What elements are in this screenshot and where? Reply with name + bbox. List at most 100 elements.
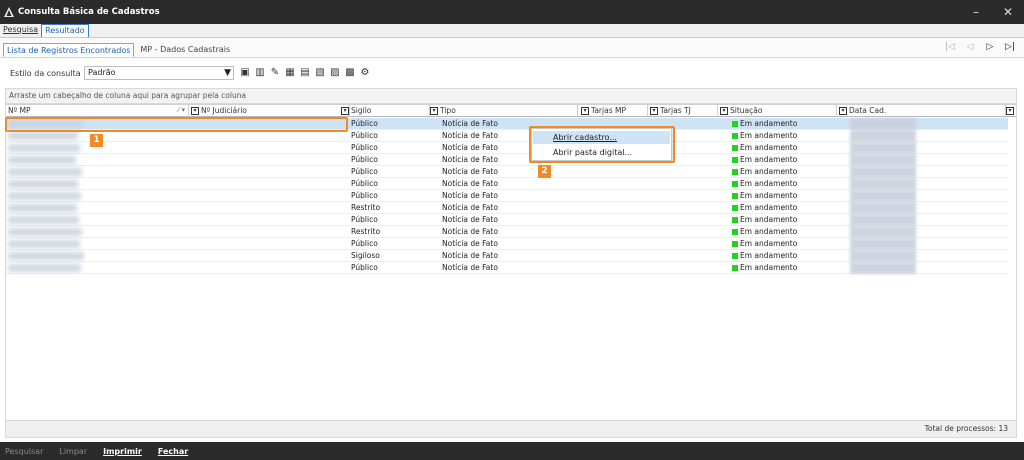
filter-dropdown-icon[interactable]: ▾ xyxy=(341,107,349,115)
column-header-nmp[interactable]: Nº MP ⁄ ▾ xyxy=(6,105,189,117)
cell-situacao: Em andamento xyxy=(732,130,797,141)
cell-tipo: Notícia de Fato xyxy=(442,251,498,260)
chevron-down-icon: ▼ xyxy=(224,68,231,78)
cell-situacao: Em andamento xyxy=(732,226,797,237)
table-row[interactable]: Público Notícia de Fato Em andamento xyxy=(6,154,1016,166)
table-row[interactable]: Público Notícia de Fato Em andamento xyxy=(6,166,1016,178)
situacao-text: Em andamento xyxy=(740,263,798,272)
redacted-date-cell xyxy=(850,142,916,154)
filter-icon[interactable]: ▨ xyxy=(329,66,341,79)
cell-tipo: Notícia de Fato xyxy=(442,239,498,248)
record-navigation: |◁ ◁ ▷ ▷| xyxy=(944,41,1016,53)
results-grid: Nº MP ⁄ ▾ ▾ Nº Judiciário ▾ Sigilo ▾ Tipo ▾… xyxy=(5,104,1017,420)
situacao-text: Em andamento xyxy=(740,119,798,128)
redacted-nmp-cell xyxy=(8,240,80,248)
redacted-date-cell xyxy=(850,262,916,274)
table-row[interactable]: Público Notícia de Fato Em andamento xyxy=(6,214,1016,226)
style-select[interactable]: Padrão ▼ xyxy=(84,66,234,80)
column-header-sigilo[interactable]: ▾ Sigilo xyxy=(339,105,430,117)
settings-icon[interactable]: ⚙ xyxy=(359,66,371,79)
redacted-date-cell xyxy=(850,250,916,262)
table-row[interactable]: Sigiloso Notícia de Fato Em andamento xyxy=(6,250,1016,262)
redacted-date-cell xyxy=(850,178,916,190)
filter-dropdown-icon[interactable]: ▾ xyxy=(581,107,589,115)
status-green-icon xyxy=(732,157,738,163)
cell-situacao: Em andamento xyxy=(732,238,797,249)
group-icon[interactable]: ▩ xyxy=(344,66,356,79)
situacao-text: Em andamento xyxy=(740,191,798,200)
filter-dropdown-icon[interactable]: ▾ xyxy=(720,107,728,115)
filter-dropdown-icon[interactable]: ▾ xyxy=(191,107,199,115)
imprimir-button[interactable]: Imprimir xyxy=(103,447,142,456)
table-row[interactable]: Público Notícia de Fato Em andamento xyxy=(6,238,1016,250)
cell-situacao: Em andamento xyxy=(732,166,797,177)
situacao-text: Em andamento xyxy=(740,251,798,260)
status-green-icon xyxy=(732,205,738,211)
table-row[interactable]: Público Notícia de Fato Em andamento xyxy=(6,178,1016,190)
cell-situacao: Em andamento xyxy=(732,214,797,225)
table-row[interactable]: Público Notícia de Fato Em andamento xyxy=(6,190,1016,202)
cell-sigilo: Público xyxy=(351,215,378,224)
situacao-text: Em andamento xyxy=(740,131,798,140)
tab-lista-registros[interactable]: Lista de Registros Encontrados xyxy=(3,43,135,57)
bottom-action-bar: Pesquisar Limpar Imprimir Fechar xyxy=(0,442,1024,460)
redacted-nmp-cell xyxy=(8,168,82,176)
redacted-nmp-cell xyxy=(8,156,76,164)
delete-icon[interactable]: ▥ xyxy=(254,66,266,79)
total-processos: Total de processos: 13 xyxy=(5,420,1017,438)
callout-1-badge: 1 xyxy=(90,134,103,147)
filter-dropdown-icon[interactable]: ▾ xyxy=(650,107,658,115)
cell-tipo: Notícia de Fato xyxy=(442,143,498,152)
column-header-tarjas-mp[interactable]: ▾ Tarjas MP xyxy=(579,105,648,117)
prev-record-button[interactable]: ◁ xyxy=(964,41,976,53)
close-button[interactable]: ✕ xyxy=(1000,4,1016,20)
column-chooser[interactable]: ▾ xyxy=(1004,105,1016,117)
redacted-nmp-cell xyxy=(8,228,82,236)
export-icon[interactable]: ▧ xyxy=(314,66,326,79)
column-header-data-cad[interactable]: ▾ Data Cad. xyxy=(837,105,1006,117)
redacted-date-cell xyxy=(850,118,916,130)
fechar-button[interactable]: Fechar xyxy=(158,447,188,456)
column-header-tarjas-tj[interactable]: ▾ Tarjas TJ xyxy=(648,105,718,117)
situacao-text: Em andamento xyxy=(740,179,798,188)
pesquisar-button[interactable]: Pesquisar xyxy=(5,447,43,456)
redacted-nmp-cell xyxy=(8,204,77,212)
table-row[interactable]: Restrito Notícia de Fato Em andamento xyxy=(6,226,1016,238)
situacao-text: Em andamento xyxy=(740,155,798,164)
table-row[interactable]: Restrito Notícia de Fato Em andamento xyxy=(6,202,1016,214)
group-by-area[interactable]: Arraste um cabeçalho de coluna aqui para… xyxy=(5,88,1017,104)
column-header-njud[interactable]: ▾ Nº Judiciário xyxy=(189,105,350,117)
status-green-icon xyxy=(732,133,738,139)
column-header-situacao[interactable]: ▾ Situação xyxy=(718,105,837,117)
limpar-button[interactable]: Limpar xyxy=(59,447,87,456)
cell-tipo: Notícia de Fato xyxy=(442,155,498,164)
redacted-date-cell xyxy=(850,130,916,142)
redacted-nmp-cell xyxy=(8,180,78,188)
filter-dropdown-icon[interactable]: ▾ xyxy=(839,107,847,115)
first-record-button[interactable]: |◁ xyxy=(944,41,956,53)
cell-tipo: Notícia de Fato xyxy=(442,191,498,200)
column-header-tipo[interactable]: ▾ Tipo xyxy=(428,105,578,117)
situacao-text: Em andamento xyxy=(740,167,798,176)
columns-icon[interactable]: ▦ xyxy=(284,66,296,79)
column-chooser-icon[interactable]: ▾ xyxy=(1006,107,1014,115)
filter-dropdown-icon[interactable]: ▾ xyxy=(430,107,438,115)
minimize-button[interactable]: – xyxy=(968,4,984,20)
cell-tipo: Notícia de Fato xyxy=(442,119,498,128)
edit-icon[interactable]: ✎ xyxy=(269,66,281,79)
last-record-button[interactable]: ▷| xyxy=(1004,41,1016,53)
save-icon[interactable]: ▣ xyxy=(239,66,251,79)
menu-pesquisa[interactable]: Pesquisa xyxy=(0,24,41,37)
report-icon[interactable]: ▤ xyxy=(299,66,311,79)
redacted-nmp-cell xyxy=(8,264,81,272)
next-record-button[interactable]: ▷ xyxy=(984,41,996,53)
table-row[interactable]: Público Notícia de Fato Em andamento xyxy=(6,262,1016,274)
status-green-icon xyxy=(732,121,738,127)
menu-resultado[interactable]: Resultado xyxy=(41,24,89,37)
vertical-scrollbar[interactable] xyxy=(1008,117,1016,417)
status-green-icon xyxy=(732,181,738,187)
table-row[interactable]: Público Notícia de Fato Em andamento xyxy=(6,142,1016,154)
cell-tipo: Notícia de Fato xyxy=(442,203,498,212)
situacao-text: Em andamento xyxy=(740,227,798,236)
tab-dados-cadastrais[interactable]: MP - Dados Cadastrais xyxy=(137,43,233,57)
